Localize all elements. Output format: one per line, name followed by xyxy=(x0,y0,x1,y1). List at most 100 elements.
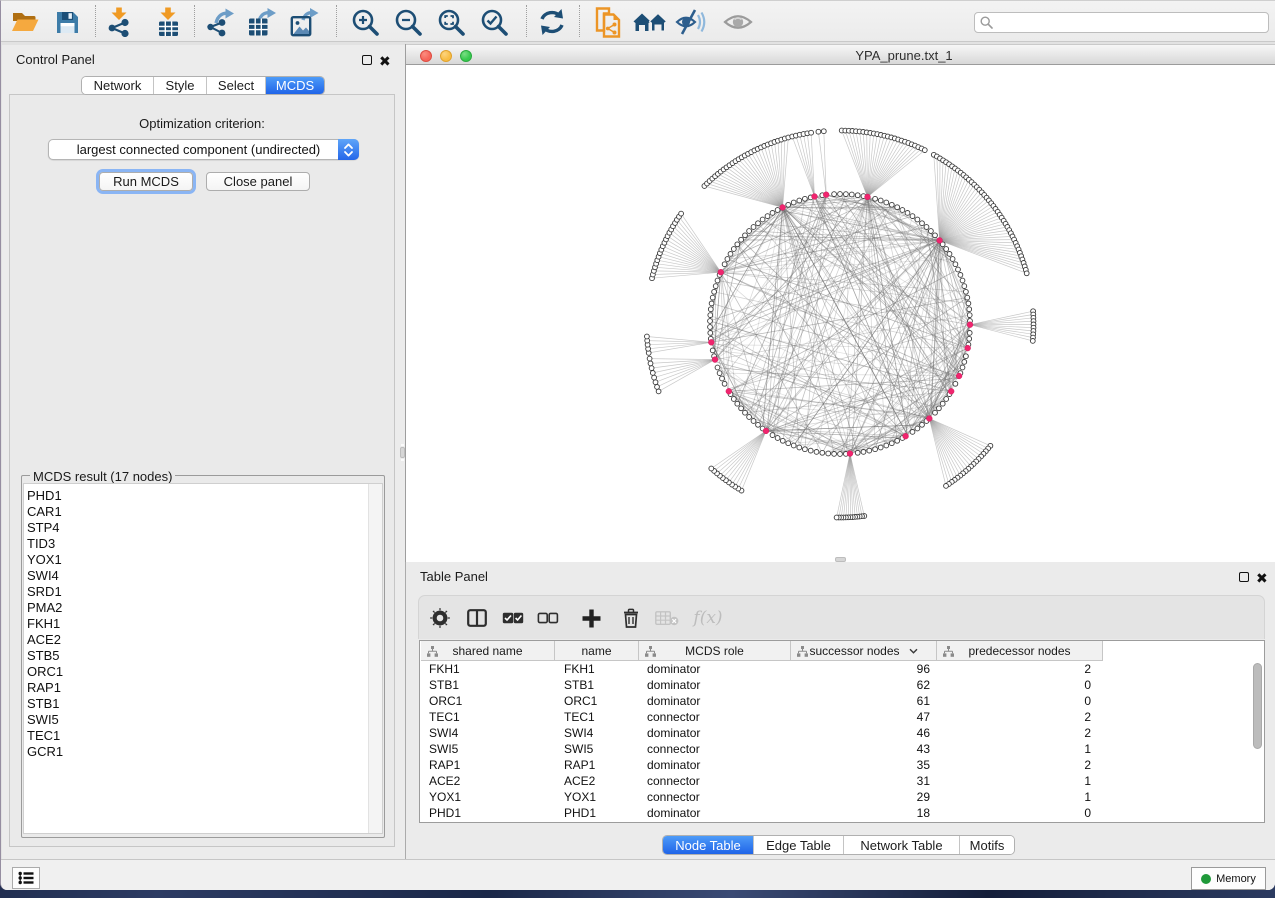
table-row[interactable]: ORC1ORC1dominator610 xyxy=(420,693,1264,709)
add-column-icon[interactable] xyxy=(576,603,606,633)
float-panel-icon[interactable] xyxy=(362,55,372,65)
optimization-criterion-select[interactable]: largest connected component (undirected) xyxy=(48,139,359,160)
hub-l[interactable] xyxy=(965,345,971,351)
table-scrollbar[interactable] xyxy=(1253,663,1262,749)
tab-edge-table[interactable]: Edge Table xyxy=(754,836,844,854)
function-builder-icon[interactable]: f(x) xyxy=(689,603,727,633)
minimize-window-icon[interactable] xyxy=(440,50,452,62)
hub-a[interactable] xyxy=(780,205,786,211)
result-list-item[interactable]: STP4 xyxy=(27,520,63,536)
table-row[interactable]: SWI5SWI5connector431 xyxy=(420,741,1264,757)
result-list-item[interactable]: PHD1 xyxy=(27,488,63,504)
table-row[interactable]: TEC1TEC1connector472 xyxy=(420,709,1264,725)
table-row[interactable]: SWI4SWI4dominator462 xyxy=(420,725,1264,741)
result-list-item[interactable]: STB1 xyxy=(27,696,63,712)
column-header-MCDS-role[interactable]: MCDS role xyxy=(639,641,791,661)
result-list-item[interactable]: TEC1 xyxy=(27,728,63,744)
show-columns-icon[interactable] xyxy=(462,603,492,633)
hub-f[interactable] xyxy=(967,322,973,328)
result-list-item[interactable]: TID3 xyxy=(27,536,63,552)
hub-m[interactable] xyxy=(956,373,962,379)
result-list-item[interactable]: SRD1 xyxy=(27,584,63,600)
result-list-item[interactable]: ACE2 xyxy=(27,632,63,648)
float-table-panel-icon[interactable] xyxy=(1239,572,1249,582)
maximize-window-icon[interactable] xyxy=(460,50,472,62)
column-header-name[interactable]: name xyxy=(555,641,639,661)
result-list-item[interactable]: FKH1 xyxy=(27,616,63,632)
export-table-icon[interactable] xyxy=(245,5,279,39)
tab-network[interactable]: Network xyxy=(82,77,154,94)
hub-e[interactable] xyxy=(718,269,724,275)
hub-p[interactable] xyxy=(726,388,732,394)
result-list-item[interactable]: STB5 xyxy=(27,648,63,664)
hub-n[interactable] xyxy=(948,388,954,394)
memory-button[interactable]: Memory xyxy=(1191,867,1266,890)
hide-panel-eye-icon[interactable] xyxy=(674,5,708,39)
import-table-icon[interactable] xyxy=(151,5,185,39)
table-row[interactable]: FKH1FKH1dominator962 xyxy=(420,661,1264,677)
result-list-item[interactable]: ORC1 xyxy=(27,664,63,680)
cell-successor-nodes: 43 xyxy=(791,741,930,757)
tab-style[interactable]: Style xyxy=(154,77,207,94)
zoom-in-icon[interactable] xyxy=(348,5,382,39)
network-canvas[interactable] xyxy=(406,66,1275,562)
deselect-all-icon[interactable] xyxy=(533,603,563,633)
task-history-button[interactable] xyxy=(12,867,40,889)
close-panel-button[interactable]: Close panel xyxy=(206,172,310,191)
zoom-out-icon[interactable] xyxy=(391,5,425,39)
hub-c[interactable] xyxy=(865,194,871,200)
open-folder-icon[interactable] xyxy=(8,5,42,39)
table-row[interactable]: STB1STB1dominator620 xyxy=(420,677,1264,693)
result-list-item[interactable]: YOX1 xyxy=(27,552,63,568)
table-settings-gear-icon[interactable] xyxy=(425,603,455,633)
tab-select[interactable]: Select xyxy=(207,77,266,94)
result-list-item[interactable]: SWI5 xyxy=(27,712,63,728)
run-mcds-button[interactable]: Run MCDS xyxy=(99,172,193,191)
close-window-icon[interactable] xyxy=(420,50,432,62)
zoom-selected-icon[interactable] xyxy=(477,5,511,39)
show-panel-eye-icon[interactable] xyxy=(721,5,755,39)
mcds-result-list[interactable]: PHD1CAR1STP4TID3YOX1SWI4SRD1PMA2FKH1ACE2… xyxy=(23,483,383,834)
close-table-panel-icon[interactable]: ✖ xyxy=(1256,573,1268,583)
export-network-icon[interactable] xyxy=(204,5,238,39)
hub-g[interactable] xyxy=(708,339,714,345)
table-row[interactable]: YOX1YOX1connector291 xyxy=(420,789,1264,805)
hub-j[interactable] xyxy=(847,451,853,457)
hub-k[interactable] xyxy=(926,416,932,422)
column-header-shared-name[interactable]: shared name xyxy=(421,641,555,661)
hub-h[interactable] xyxy=(712,357,718,363)
result-list-item[interactable]: PMA2 xyxy=(27,600,63,616)
zoom-fit-icon[interactable] xyxy=(434,5,468,39)
tab-mcds[interactable]: MCDS xyxy=(266,77,324,94)
tab-motifs[interactable]: Motifs xyxy=(960,836,1014,854)
export-image-icon[interactable] xyxy=(287,5,321,39)
hub-b1[interactable] xyxy=(812,194,818,200)
column-header-predecessor-nodes[interactable]: predecessor nodes xyxy=(937,641,1103,661)
table-row[interactable]: ACE2ACE2connector311 xyxy=(420,773,1264,789)
hub-o[interactable] xyxy=(903,433,909,439)
import-network-icon[interactable] xyxy=(102,5,136,39)
network-frame-titlebar[interactable]: YPA_prune.txt_1 xyxy=(406,44,1275,65)
table-row[interactable]: RAP1RAP1dominator352 xyxy=(420,757,1264,773)
result-list-item[interactable]: SWI4 xyxy=(27,568,63,584)
result-list-scrollbar[interactable] xyxy=(368,484,382,833)
table-row[interactable]: PHD1PHD1dominator180 xyxy=(420,805,1264,821)
result-list-item[interactable]: RAP1 xyxy=(27,680,63,696)
search-input[interactable] xyxy=(974,12,1269,33)
select-all-icon[interactable] xyxy=(498,603,528,633)
refresh-icon[interactable] xyxy=(535,5,569,39)
tab-network-table[interactable]: Network Table xyxy=(844,836,960,854)
close-panel-icon[interactable]: ✖ xyxy=(379,56,391,66)
tab-node-table[interactable]: Node Table xyxy=(663,836,754,854)
hub-i[interactable] xyxy=(763,428,769,434)
column-header-successor-nodes[interactable]: successor nodes xyxy=(791,641,937,661)
home-pages-icon[interactable] xyxy=(633,5,667,39)
delete-icon[interactable] xyxy=(616,603,646,633)
hub-d[interactable] xyxy=(937,238,943,244)
result-list-item[interactable]: CAR1 xyxy=(27,504,63,520)
result-list-item[interactable]: GCR1 xyxy=(27,744,63,760)
delete-table-icon[interactable] xyxy=(652,603,682,633)
save-icon[interactable] xyxy=(50,5,84,39)
hub-b2[interactable] xyxy=(823,192,829,198)
copy-network-icon[interactable] xyxy=(590,5,624,39)
